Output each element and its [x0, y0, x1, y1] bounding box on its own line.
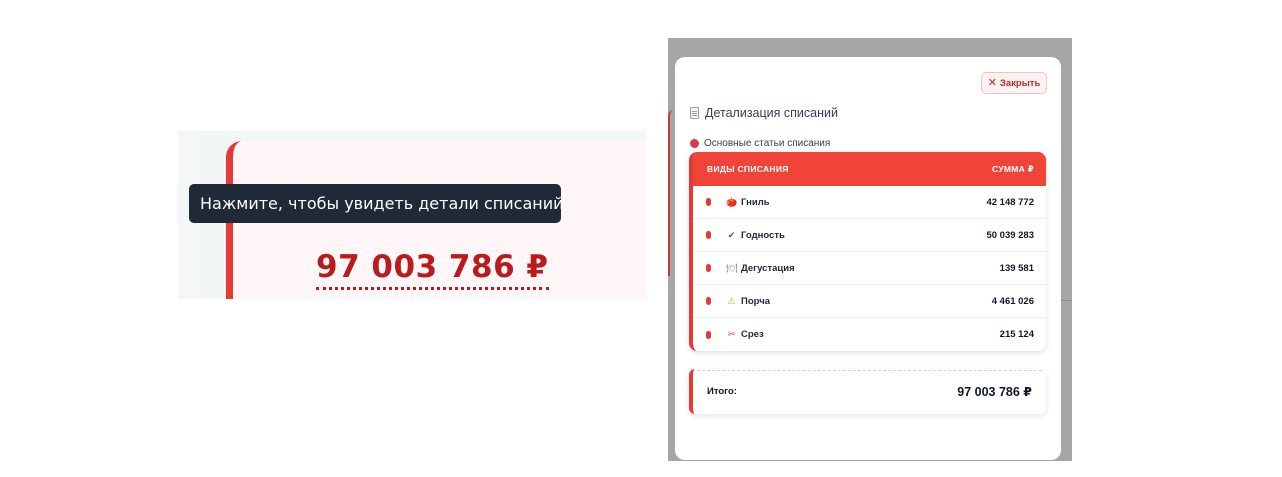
table-row: ✔ Годность 50 039 283	[693, 219, 1046, 252]
column-header-type: ВИДЫ СПИСАНИЯ	[707, 164, 789, 174]
row-marker	[706, 231, 711, 239]
background-divider	[1060, 300, 1072, 301]
tasting-icon: 🍽	[726, 262, 738, 273]
row-value: 42 148 772	[986, 196, 1034, 208]
document-icon	[690, 107, 699, 119]
row-marker	[706, 198, 711, 206]
table-header: ВИДЫ СПИСАНИЯ СУММА ₽	[693, 152, 1046, 186]
writeoff-card-panel: 97 003 786 ₽ Нажмите, чтобы увидеть дета…	[178, 131, 646, 299]
close-button[interactable]: ✕ Закрыть	[981, 72, 1047, 94]
writeoff-table: ВИДЫ СПИСАНИЯ СУММА ₽ 🍅 Гниль 42 148 772…	[689, 152, 1046, 351]
modal-overlay: ✕ Закрыть Детализация списаний Основные …	[668, 38, 1072, 461]
section-label-text: Основные статьи списания	[704, 138, 831, 149]
table-row: ✂ Срез 215 124	[693, 318, 1046, 351]
scissors-icon: ✂	[727, 329, 736, 339]
background-card-edge	[668, 110, 674, 276]
row-value: 50 039 283	[986, 229, 1034, 241]
total-value: 97 003 786 ₽	[957, 385, 1032, 399]
close-button-label: Закрыть	[999, 77, 1041, 89]
table-row: 🍅 Гниль 42 148 772	[693, 186, 1046, 219]
row-name: Гниль	[741, 196, 770, 208]
warning-icon: ⚠	[727, 295, 736, 306]
row-value: 139 581	[999, 262, 1034, 274]
checkmark-icon: ✔	[727, 229, 736, 240]
close-icon: ✕	[987, 76, 997, 89]
row-marker	[706, 330, 711, 339]
tomato-icon: 🍅	[726, 196, 738, 207]
row-marker	[706, 264, 711, 272]
row-value: 215 124	[999, 329, 1034, 340]
total-row: Итого: 97 003 786 ₽	[689, 369, 1046, 414]
row-name: Дегустация	[741, 262, 795, 274]
row-value: 4 461 026	[991, 295, 1034, 307]
column-header-sum: СУММА ₽	[992, 163, 1034, 174]
red-dot-icon	[690, 139, 699, 148]
row-name: Порча	[741, 295, 770, 307]
row-name: Срез	[741, 329, 764, 340]
writeoff-details-modal: ✕ Закрыть Детализация списаний Основные …	[675, 57, 1061, 460]
table-row: 🍽 Дегустация 139 581	[693, 252, 1046, 285]
row-marker	[706, 297, 711, 305]
modal-title-text: Детализация списаний	[705, 106, 838, 120]
section-label: Основные статьи списания	[690, 138, 830, 149]
table-row: ⚠ Порча 4 461 026	[693, 285, 1046, 318]
details-tooltip: Нажмите, чтобы увидеть детали списаний	[189, 184, 564, 223]
total-label: Итого:	[707, 386, 737, 397]
row-name: Годность	[741, 229, 785, 241]
writeoff-total-amount[interactable]: 97 003 786 ₽	[316, 247, 549, 290]
modal-title: Детализация списаний	[690, 106, 838, 120]
